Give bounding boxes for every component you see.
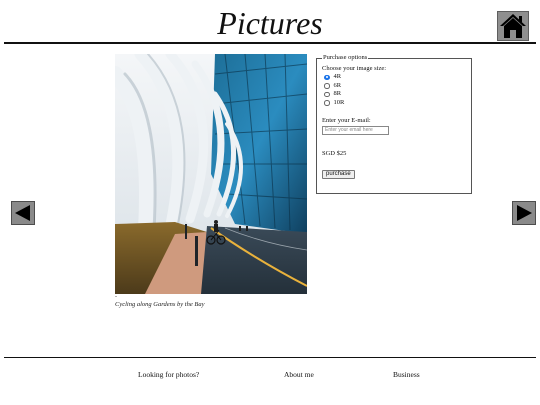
size-label-10r: 10R: [333, 98, 345, 106]
photo-marker: -: [115, 294, 117, 300]
footer-divider: [4, 357, 536, 358]
size-prompt: Choose your image size:: [322, 65, 387, 72]
purchase-options-legend: Purchase options: [323, 54, 368, 61]
size-label-6r: 6R: [333, 81, 342, 89]
size-radio-10r[interactable]: [324, 100, 330, 106]
size-radio-6r[interactable]: [324, 83, 330, 89]
previous-photo-button[interactable]: [11, 201, 35, 225]
photo-caption: Cycling along Gardens by the Bay: [115, 301, 205, 308]
size-label-4r: 4R: [333, 73, 342, 81]
size-option-4r[interactable]: 4R: [324, 73, 466, 82]
arrow-left-icon: [15, 205, 30, 221]
home-icon: [500, 14, 526, 38]
email-label: Enter your E-mail:: [322, 117, 371, 124]
size-option-6r[interactable]: 6R: [324, 82, 466, 91]
price: SGD $25: [322, 150, 347, 157]
purchase-button[interactable]: purchase: [322, 170, 355, 179]
page-title: Pictures: [217, 5, 323, 41]
size-option-10r[interactable]: 10R: [324, 99, 466, 108]
next-photo-button[interactable]: [512, 201, 536, 225]
size-radio-8r[interactable]: [324, 91, 330, 97]
header-divider: [4, 42, 536, 44]
photo: [115, 54, 307, 294]
purchase-options: Purchase options Choose your image size:…: [316, 54, 472, 194]
footer-link-business[interactable]: Business: [393, 370, 420, 379]
arrow-right-icon: [517, 205, 532, 221]
home-button[interactable]: [497, 11, 529, 41]
size-option-8r[interactable]: 8R: [324, 90, 466, 99]
size-radio-4r[interactable]: [324, 74, 330, 80]
footer-link-about-me[interactable]: About me: [284, 370, 314, 379]
footer-link-looking-for-photos[interactable]: Looking for photos?: [138, 370, 199, 379]
email-field[interactable]: Enter your email here: [322, 126, 389, 135]
size-label-8r: 8R: [333, 90, 342, 98]
